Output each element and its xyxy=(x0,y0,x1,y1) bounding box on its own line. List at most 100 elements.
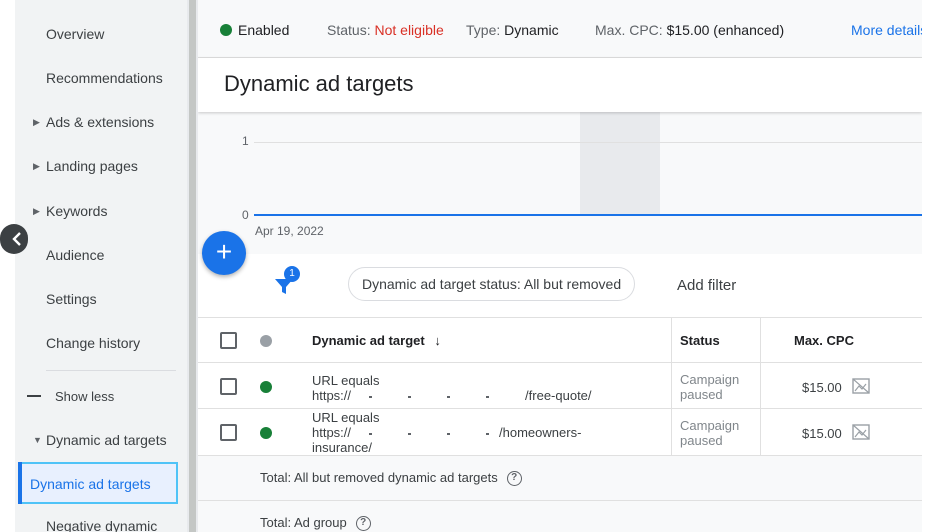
select-all-checkbox[interactable] xyxy=(220,332,237,349)
sidebar-item-keywords[interactable]: ▶ Keywords xyxy=(15,189,187,233)
sidebar-item-label: Keywords xyxy=(46,203,108,219)
help-icon[interactable]: ? xyxy=(355,516,371,532)
max-cpc-value: $15.00 (enhanced) xyxy=(666,22,785,38)
caret-down-icon: ▼ xyxy=(33,435,42,445)
show-less-toggle[interactable]: Show less xyxy=(15,375,187,417)
sidebar-item-label: Landing pages xyxy=(46,158,138,174)
dynamic-ad-targets-table: Dynamic ad target ↓ Status Max. CPC URL … xyxy=(198,318,922,532)
sidebar-item-label: Change history xyxy=(46,335,141,351)
row-checkbox[interactable] xyxy=(220,424,237,441)
sort-arrow-icon: ↓ xyxy=(434,333,441,348)
caret-right-icon: ▶ xyxy=(33,160,40,171)
sidebar-item-recommendations[interactable]: Recommendations xyxy=(15,56,187,100)
status-label: Status: xyxy=(327,22,371,38)
caret-right-icon: ▶ xyxy=(33,116,40,127)
main-content: Enabled Status: Not eligible Type: Dynam… xyxy=(198,0,922,532)
y-tick-label: 1 xyxy=(242,134,249,148)
url-suffix: /free-quote/ xyxy=(525,388,592,403)
type-label: Type: xyxy=(466,22,501,38)
max-cpc-value[interactable]: $15.00 xyxy=(802,380,842,395)
chart-series-line xyxy=(254,214,922,216)
sidebar-item-label: Recommendations xyxy=(46,70,163,86)
target-rule: URL equals xyxy=(312,373,380,388)
table-header-row: Dynamic ad target ↓ Status Max. CPC xyxy=(198,318,922,363)
column-header-status[interactable]: Status xyxy=(680,333,720,348)
target-url[interactable]: https:// /homeowners- xyxy=(312,425,581,440)
sidebar-item-overview[interactable]: Overview xyxy=(15,12,187,56)
status-value[interactable]: Not eligible xyxy=(374,22,443,38)
total-text: Total: All but removed dynamic ad target… xyxy=(260,470,498,485)
chevron-left-icon xyxy=(12,232,21,246)
sidebar-item-landing-pages[interactable]: ▶ Landing pages xyxy=(15,144,187,188)
sidebar-item-label: Audience xyxy=(46,247,105,263)
row-checkbox[interactable] xyxy=(220,378,237,395)
minus-icon xyxy=(27,395,41,397)
help-icon[interactable]: ? xyxy=(506,471,522,487)
total-label: Total: All but removed dynamic ad target… xyxy=(260,470,522,487)
sidebar-item-settings[interactable]: Settings xyxy=(15,277,187,321)
sidebar-item-ads-extensions[interactable]: ▶ Ads & extensions xyxy=(15,100,187,144)
type-field: Type: Dynamic xyxy=(466,22,559,38)
sidebar-group-dynamic-ad-targets[interactable]: ▼ Dynamic ad targets xyxy=(15,418,187,462)
url-suffix: /homeowners- xyxy=(499,425,582,440)
chart-gridline xyxy=(254,142,922,143)
status-text: Campaign xyxy=(680,418,740,433)
filter-count-badge: 1 xyxy=(284,266,300,282)
status-filter-chip[interactable]: Dynamic ad target status: All but remove… xyxy=(348,267,636,301)
sidebar-divider xyxy=(46,370,176,371)
active-indicator xyxy=(18,462,22,504)
sidebar-item-label: Overview xyxy=(46,26,105,42)
y-tick-label: 0 xyxy=(242,208,249,222)
collapse-sidebar-button[interactable] xyxy=(0,224,28,254)
total-label: Total: Ad group? xyxy=(260,515,371,532)
show-less-label: Show less xyxy=(55,388,115,404)
column-header-label: Dynamic ad target xyxy=(312,333,425,348)
bid-simulator-icon[interactable] xyxy=(852,424,870,440)
column-header-dynamic-ad-target[interactable]: Dynamic ad target ↓ xyxy=(312,333,441,348)
sidebar-item-label: Settings xyxy=(46,291,97,307)
add-filter-button[interactable]: Add filter xyxy=(677,277,736,294)
table-row[interactable]: URL equals https:// /homeowners- insuranc… xyxy=(198,409,922,456)
x-tick-label: Apr 19, 2022 xyxy=(255,224,324,238)
sidebar-subitem-dynamic-ad-targets[interactable]: Dynamic ad targets xyxy=(18,462,178,504)
more-details-link[interactable]: More details xyxy=(851,22,922,38)
sidebar-scrollbar[interactable] xyxy=(187,0,198,532)
column-header-max-cpc[interactable]: Max. CPC xyxy=(794,333,854,348)
page-title: Dynamic ad targets xyxy=(198,58,922,112)
total-row-ad-group: Total: Ad group? xyxy=(198,501,922,532)
status-text: paused xyxy=(680,433,723,448)
filter-bar: 1 Dynamic ad target status: All but remo… xyxy=(198,254,922,318)
max-cpc-field: Max. CPC: $15.00 (enhanced) xyxy=(595,22,784,38)
url-prefix: https:// xyxy=(312,425,352,440)
enabled-status-dot[interactable] xyxy=(260,427,272,439)
scrollbar-thumb[interactable] xyxy=(189,0,196,532)
enabled-status[interactable]: Enabled xyxy=(238,22,289,38)
status-text: Campaign xyxy=(680,372,740,387)
sidebar-item-label: Dynamic ad targets xyxy=(46,432,167,448)
chart-highlight-band xyxy=(580,112,660,216)
sidebar-item-label: Dynamic ad targets xyxy=(30,476,151,492)
target-rule: URL equals xyxy=(312,410,380,425)
sidebar-item-change-history[interactable]: Change history xyxy=(15,321,187,365)
target-url-continued: insurance/ xyxy=(312,440,372,455)
table-row[interactable]: URL equals https:// /free-quote/ Campaign… xyxy=(198,363,922,409)
ad-group-summary-bar: Enabled Status: Not eligible Type: Dynam… xyxy=(198,0,922,58)
sidebar-item-negative-dynamic[interactable]: Negative dynamic xyxy=(46,518,157,532)
sidebar-nav: Overview Recommendations ▶ Ads & extensi… xyxy=(15,0,187,532)
status-field: Status: Not eligible xyxy=(327,22,444,38)
enabled-status-dot xyxy=(220,24,232,36)
sidebar-item-audience[interactable]: Audience xyxy=(15,233,187,277)
max-cpc-label: Max. CPC: xyxy=(595,22,663,38)
url-prefix: https:// xyxy=(312,388,352,403)
sidebar-item-label: Ads & extensions xyxy=(46,114,155,130)
bid-simulator-icon[interactable] xyxy=(852,378,870,394)
add-button[interactable]: + xyxy=(202,231,246,275)
status-column-icon xyxy=(260,335,272,347)
performance-chart[interactable]: 1 0 Apr 19, 2022 xyxy=(198,112,922,254)
target-url[interactable]: https:// /free-quote/ xyxy=(312,388,592,403)
caret-right-icon: ▶ xyxy=(33,205,40,216)
total-text: Total: Ad group xyxy=(260,515,347,530)
enabled-status-dot[interactable] xyxy=(260,381,272,393)
max-cpc-value[interactable]: $15.00 xyxy=(802,426,842,441)
status-text: paused xyxy=(680,387,723,402)
